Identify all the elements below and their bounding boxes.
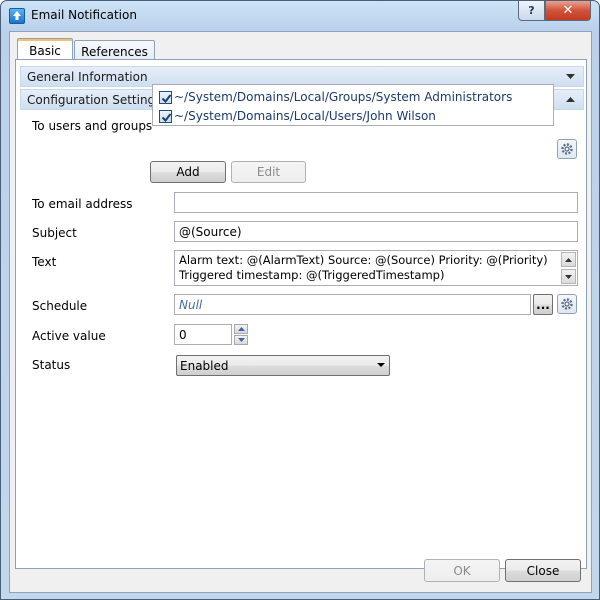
email-label: To email address bbox=[32, 197, 133, 211]
scroll-up-button[interactable] bbox=[561, 252, 576, 267]
text-field[interactable]: Alarm text: @(AlarmText) Source: @(Sourc… bbox=[174, 250, 578, 286]
user-path: ~/System/Domains/Local/Users/John Wilson bbox=[174, 109, 436, 123]
add-button[interactable]: Add bbox=[150, 161, 226, 183]
subject-field[interactable]: @(Source) bbox=[174, 221, 578, 242]
status-select-value: Enabled bbox=[180, 358, 229, 373]
tab-basic-label: Basic bbox=[29, 44, 61, 58]
tab-references-label: References bbox=[81, 45, 148, 59]
schedule-browse-button[interactable]: ... bbox=[533, 294, 553, 315]
help-button[interactable]: ? bbox=[518, 1, 545, 21]
email-field[interactable] bbox=[174, 192, 578, 213]
arrow-down-icon bbox=[237, 338, 245, 342]
schedule-field[interactable]: Null bbox=[174, 294, 531, 315]
schedule-label: Schedule bbox=[32, 299, 88, 313]
chevron-down-icon bbox=[566, 74, 575, 79]
list-item[interactable]: ~/System/Domains/Local/Users/John Wilson bbox=[159, 107, 436, 125]
users-settings-button[interactable] bbox=[557, 139, 577, 159]
window-title: Email Notification bbox=[31, 8, 137, 22]
gear-icon bbox=[561, 143, 573, 155]
app-icon bbox=[9, 8, 25, 24]
schedule-settings-button[interactable] bbox=[557, 294, 577, 314]
close-button[interactable]: Close bbox=[505, 559, 581, 582]
window-close-button[interactable]: ✕ bbox=[545, 1, 591, 21]
subject-label: Subject bbox=[32, 226, 77, 240]
active-value-label: Active value bbox=[32, 329, 106, 343]
title-bar[interactable]: Email Notification ? ✕ bbox=[1, 1, 599, 31]
arrow-up-icon bbox=[237, 327, 245, 331]
checkbox[interactable] bbox=[159, 90, 172, 104]
to-users-label: To users and groups bbox=[32, 119, 153, 133]
chevron-up-icon bbox=[566, 97, 575, 102]
spin-up-button[interactable] bbox=[234, 324, 248, 334]
checkbox[interactable] bbox=[159, 109, 172, 123]
section-config-label: Configuration Settings bbox=[27, 92, 162, 107]
arrow-down-icon bbox=[565, 274, 572, 279]
user-path: ~/System/Domains/Local/Groups/System Adm… bbox=[174, 90, 513, 104]
text-line-1: Alarm text: @(AlarmText) Source: @(Sourc… bbox=[179, 253, 548, 267]
list-item[interactable]: ~/System/Domains/Local/Groups/System Adm… bbox=[159, 88, 512, 106]
section-general-label: General Information bbox=[27, 69, 148, 84]
gear-icon bbox=[561, 298, 573, 310]
text-line-2: Triggered timestamp: @(TriggeredTimestam… bbox=[179, 268, 445, 282]
chevron-down-icon bbox=[377, 363, 385, 367]
spin-down-button[interactable] bbox=[234, 335, 248, 345]
text-label: Text bbox=[32, 255, 57, 269]
edit-button[interactable]: Edit bbox=[231, 161, 306, 183]
users-listbox[interactable]: ~/System/Domains/Local/Groups/System Adm… bbox=[152, 84, 554, 126]
arrow-up-icon bbox=[565, 257, 572, 262]
status-select[interactable]: Enabled bbox=[176, 355, 390, 376]
scroll-down-button[interactable] bbox=[561, 269, 576, 284]
active-value-field[interactable]: 0 bbox=[174, 324, 232, 345]
status-label: Status bbox=[32, 358, 71, 372]
ok-button[interactable]: OK bbox=[424, 559, 500, 582]
